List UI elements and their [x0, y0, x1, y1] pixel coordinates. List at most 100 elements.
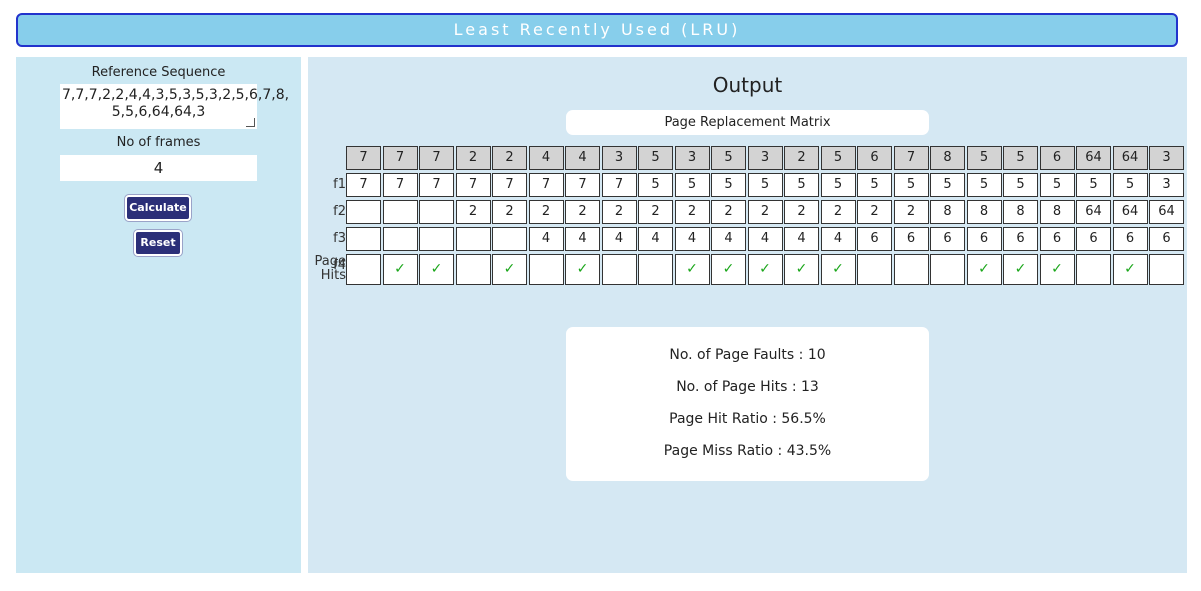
frame-cell: [346, 227, 381, 251]
frame-cell: 3: [1149, 173, 1184, 197]
frame-cell: 64: [1112, 200, 1148, 224]
sequence-cell: 7: [346, 146, 381, 170]
frame-cell: [346, 200, 381, 224]
frame-cell: 2: [820, 200, 856, 224]
frame-cell: 4: [528, 227, 564, 251]
hit-cell: ✓: [966, 254, 1002, 285]
hit-cell: ✓: [820, 254, 856, 285]
check-icon: ✓: [1124, 261, 1136, 277]
frames-input[interactable]: 4: [60, 155, 257, 181]
hit-cell: ✓: [1112, 254, 1148, 285]
frame-cell: 7: [455, 173, 491, 197]
frame-cell: 5: [674, 173, 710, 197]
sequence-cell: 2: [784, 146, 819, 170]
frames-label: No of frames: [116, 135, 201, 150]
frame-cell: 2: [784, 200, 819, 224]
frame-cell: 8: [1003, 200, 1038, 224]
frame-cell: 2: [711, 200, 746, 224]
sequence-cell: 4: [565, 146, 600, 170]
check-icon: ✓: [430, 261, 443, 277]
frame-row-label: f3: [333, 231, 346, 246]
resize-handle-icon[interactable]: [246, 118, 255, 127]
hit-cell: ✓: [565, 254, 600, 285]
app-title: Least Recently Used (LRU): [453, 20, 741, 39]
check-icon: ✓: [1051, 261, 1063, 277]
calculate-button[interactable]: Calculate: [125, 195, 191, 221]
frame-cell: 2: [674, 200, 710, 224]
frame-cell: 4: [747, 227, 783, 251]
frame-cell: 7: [528, 173, 564, 197]
page-hits-label: Page Hits: [308, 255, 346, 283]
output-panel: Output Page Replacement Matrix 777224435…: [308, 57, 1187, 573]
app-header: Least Recently Used (LRU): [16, 13, 1178, 47]
frame-cell: 5: [893, 173, 929, 197]
sequence-cell: 6: [1039, 146, 1075, 170]
check-icon: ✓: [576, 261, 589, 277]
frame-row-label: f2: [333, 204, 346, 219]
frame-cell: 4: [601, 227, 637, 251]
frame-cell: 2: [455, 200, 491, 224]
check-icon: ✓: [795, 261, 808, 277]
sequence-cell: 7: [419, 146, 454, 170]
hit-cell: ✓: [747, 254, 783, 285]
sequence-cell: 5: [1003, 146, 1038, 170]
frame-cell: 5: [1003, 173, 1038, 197]
frame-cell: 5: [747, 173, 783, 197]
hit-cell: [455, 254, 491, 285]
sequence-cell: 2: [455, 146, 491, 170]
reset-button[interactable]: Reset: [134, 230, 182, 256]
hit-cell: ✓: [492, 254, 527, 285]
frame-cell: 6: [1149, 227, 1184, 251]
frame-cell: 6: [893, 227, 929, 251]
page-faults-stat: No. of Page Faults : 10: [669, 347, 826, 363]
sequence-cell: 5: [638, 146, 673, 170]
frame-cell: [419, 227, 454, 251]
frame-cell: 4: [711, 227, 746, 251]
reference-sequence-input[interactable]: 7,7,7,2,2,4,4,3,5,3,5,3,2,5,6,7,8, 5,5,6…: [60, 84, 290, 129]
hit-cell: [1076, 254, 1111, 285]
frame-cell: 5: [711, 173, 746, 197]
frame-cell: 6: [857, 227, 892, 251]
frame-cell: 6: [1076, 227, 1111, 251]
frame-cell: 8: [1039, 200, 1075, 224]
sequence-cell: 2: [492, 146, 527, 170]
frame-cell: 4: [565, 227, 600, 251]
frame-cell: 6: [1112, 227, 1148, 251]
frame-cell: 7: [492, 173, 527, 197]
frame-cell: 6: [930, 227, 965, 251]
sequence-cell: 8: [930, 146, 965, 170]
hit-cell: [1149, 254, 1184, 285]
sequence-cell: 5: [820, 146, 856, 170]
sequence-cell: 7: [893, 146, 929, 170]
frame-cell: 6: [966, 227, 1002, 251]
hit-cell: [893, 254, 929, 285]
hit-cell: ✓: [784, 254, 819, 285]
sequence-cell: 3: [747, 146, 783, 170]
page-hits-label-line-2: Hits: [320, 268, 346, 283]
frame-row-label: f1: [333, 177, 346, 192]
check-icon: ✓: [759, 261, 771, 277]
frame-cell: 5: [820, 173, 856, 197]
frame-cell: 7: [565, 173, 600, 197]
page-hits-label-line-1: Page: [314, 254, 346, 269]
frame-cell: 5: [930, 173, 965, 197]
frame-cell: 5: [1076, 173, 1111, 197]
sequence-cell: 64: [1076, 146, 1111, 170]
reference-sequence-line-1: 7,7,7,2,2,4,4,3,5,3,5,3,2,5,6,7,8,: [62, 87, 290, 103]
check-icon: ✓: [832, 261, 844, 277]
frame-cell: 4: [674, 227, 710, 251]
sequence-cell: 64: [1112, 146, 1148, 170]
check-icon: ✓: [686, 261, 698, 277]
frame-cell: 2: [747, 200, 783, 224]
hit-cell: [528, 254, 564, 285]
frame-cell: 5: [1112, 173, 1148, 197]
frame-cell: 5: [784, 173, 819, 197]
frame-cell: 64: [1149, 200, 1184, 224]
output-title: Output: [712, 73, 783, 97]
frame-cell: [382, 227, 418, 251]
frame-cell: 2: [893, 200, 929, 224]
sequence-cell: 4: [528, 146, 564, 170]
frame-cell: 4: [820, 227, 856, 251]
sequence-cell: 3: [674, 146, 710, 170]
frame-cell: 64: [1076, 200, 1111, 224]
